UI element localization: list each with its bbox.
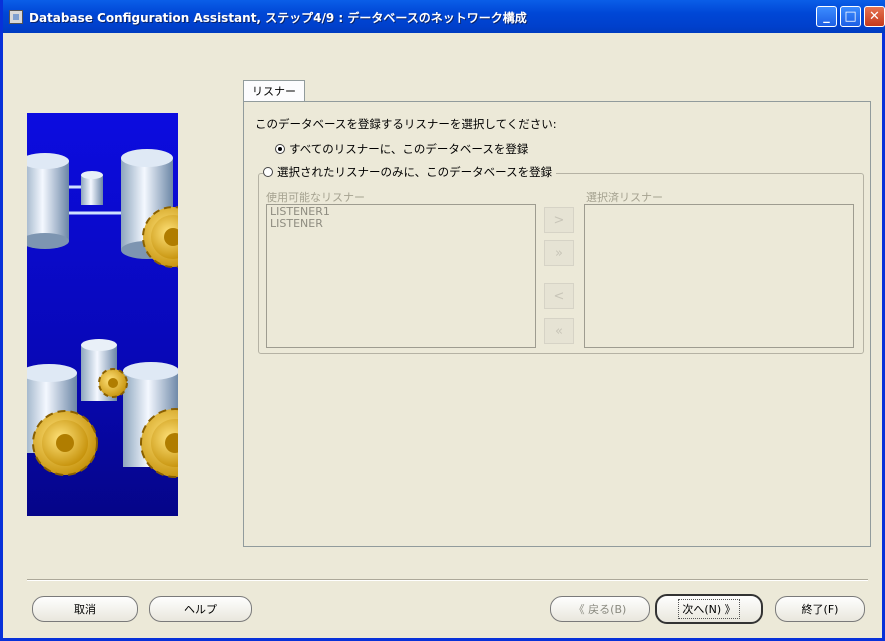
dbca-window: Database Configuration Assistant, ステップ4/…: [0, 0, 885, 641]
radio-all-label: すべてのリスナーに、このデータベースを登録: [289, 142, 529, 156]
remove-all-listeners-button[interactable]: «: [544, 318, 574, 344]
maximize-icon: □: [844, 9, 857, 24]
app-icon: [9, 10, 23, 24]
add-listener-button[interactable]: >: [544, 207, 574, 233]
window-title: Database Configuration Assistant, ステップ4/…: [29, 11, 527, 25]
footer-separator: [27, 579, 868, 581]
close-button[interactable]: ✕: [864, 6, 885, 27]
radio-checked-icon: [275, 144, 285, 154]
add-all-listeners-button[interactable]: »: [544, 240, 574, 266]
radio-unchecked-icon: [263, 167, 273, 177]
finish-button[interactable]: 終了(F): [775, 596, 865, 622]
radio-register-selected-listeners[interactable]: 選択されたリスナーのみに、このデータベースを登録: [263, 164, 557, 180]
title-bar: Database Configuration Assistant, ステップ4/…: [3, 0, 885, 33]
double-chevron-left-icon: «: [555, 323, 563, 339]
selected-listeners-list[interactable]: [584, 204, 854, 348]
wizard-illustration: [27, 113, 178, 516]
database-gears-icon: [27, 149, 178, 478]
minimize-button[interactable]: _: [816, 6, 837, 27]
tab-listener[interactable]: リスナー: [243, 80, 305, 102]
radio-selected-label: 選択されたリスナーのみに、このデータベースを登録: [277, 165, 553, 179]
next-button[interactable]: 次へ(N) 》: [655, 594, 763, 624]
chevron-right-icon: >: [553, 212, 565, 228]
minimize-icon: _: [823, 9, 830, 24]
cancel-button[interactable]: 取消: [32, 596, 138, 622]
available-listeners-list[interactable]: LISTENER1 LISTENER: [266, 204, 536, 348]
radio-register-all-listeners[interactable]: すべてのリスナーに、このデータベースを登録: [275, 141, 528, 157]
selected-listeners-label: 選択済リスナー: [586, 191, 663, 204]
back-button[interactable]: 《 戻る(B): [550, 596, 650, 622]
next-button-label: 次へ(N) 》: [678, 599, 740, 619]
double-chevron-right-icon: »: [555, 245, 563, 261]
chevron-left-icon: <: [553, 288, 565, 304]
list-item[interactable]: LISTENER: [270, 218, 532, 230]
remove-listener-button[interactable]: <: [544, 283, 574, 309]
available-listeners-label: 使用可能なリスナー: [266, 191, 365, 204]
instruction-text: このデータベースを登録するリスナーを選択してください:: [255, 117, 557, 131]
close-icon: ✕: [869, 9, 880, 24]
maximize-button[interactable]: □: [840, 6, 861, 27]
help-button[interactable]: ヘルプ: [149, 596, 252, 622]
